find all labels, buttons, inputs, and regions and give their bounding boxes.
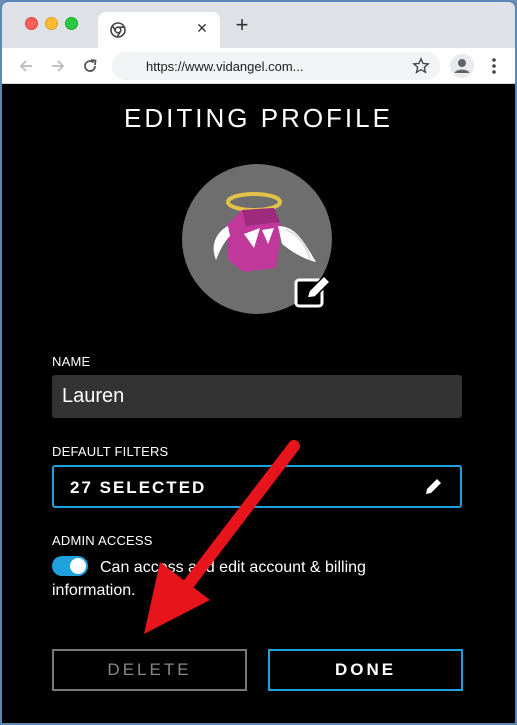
default-filters-label: DEFAULT FILTERS: [52, 444, 169, 459]
delete-button[interactable]: DELETE: [52, 649, 247, 691]
browser-tab[interactable]: ✕: [98, 12, 220, 48]
name-input[interactable]: [52, 375, 462, 418]
forward-arrow-icon[interactable]: [48, 56, 68, 76]
star-icon[interactable]: [412, 57, 430, 75]
minimize-window-button[interactable]: [45, 17, 58, 30]
toggle-knob: [70, 558, 86, 574]
close-window-button[interactable]: [25, 17, 38, 30]
close-tab-icon[interactable]: ✕: [194, 20, 210, 36]
admin-access-toggle[interactable]: [52, 556, 88, 576]
tab-strip: ✕ +: [2, 2, 515, 48]
filters-selected-count: 27 SELECTED: [70, 478, 207, 497]
pencil-icon: [426, 479, 441, 494]
browser-window: ✕ + https://www.vidangel.com... EDITING …: [0, 0, 517, 725]
profile-edit-page: EDITING PROFILE NAME DEFAULT FILTERS 27 …: [2, 85, 515, 723]
default-filters-button[interactable]: 27 SELECTED: [52, 465, 462, 508]
browser-toolbar: https://www.vidangel.com...: [2, 48, 515, 84]
new-tab-button[interactable]: +: [232, 14, 252, 36]
page-title: EDITING PROFILE: [124, 103, 393, 133]
name-label: NAME: [52, 354, 91, 369]
profile-icon[interactable]: [450, 54, 474, 78]
admin-access-description: Can access and edit account & billing in…: [52, 559, 366, 599]
reload-icon[interactable]: [80, 56, 100, 76]
chrome-icon: [110, 22, 126, 38]
maximize-window-button[interactable]: [65, 17, 78, 30]
admin-access-label: ADMIN ACCESS: [52, 533, 153, 548]
address-bar[interactable]: https://www.vidangel.com...: [112, 52, 440, 80]
done-button[interactable]: DONE: [268, 649, 463, 691]
edit-avatar-icon[interactable]: [293, 274, 333, 310]
menu-dots-icon[interactable]: [486, 56, 502, 76]
back-arrow-icon[interactable]: [16, 56, 36, 76]
url-text: https://www.vidangel.com...: [146, 59, 304, 74]
